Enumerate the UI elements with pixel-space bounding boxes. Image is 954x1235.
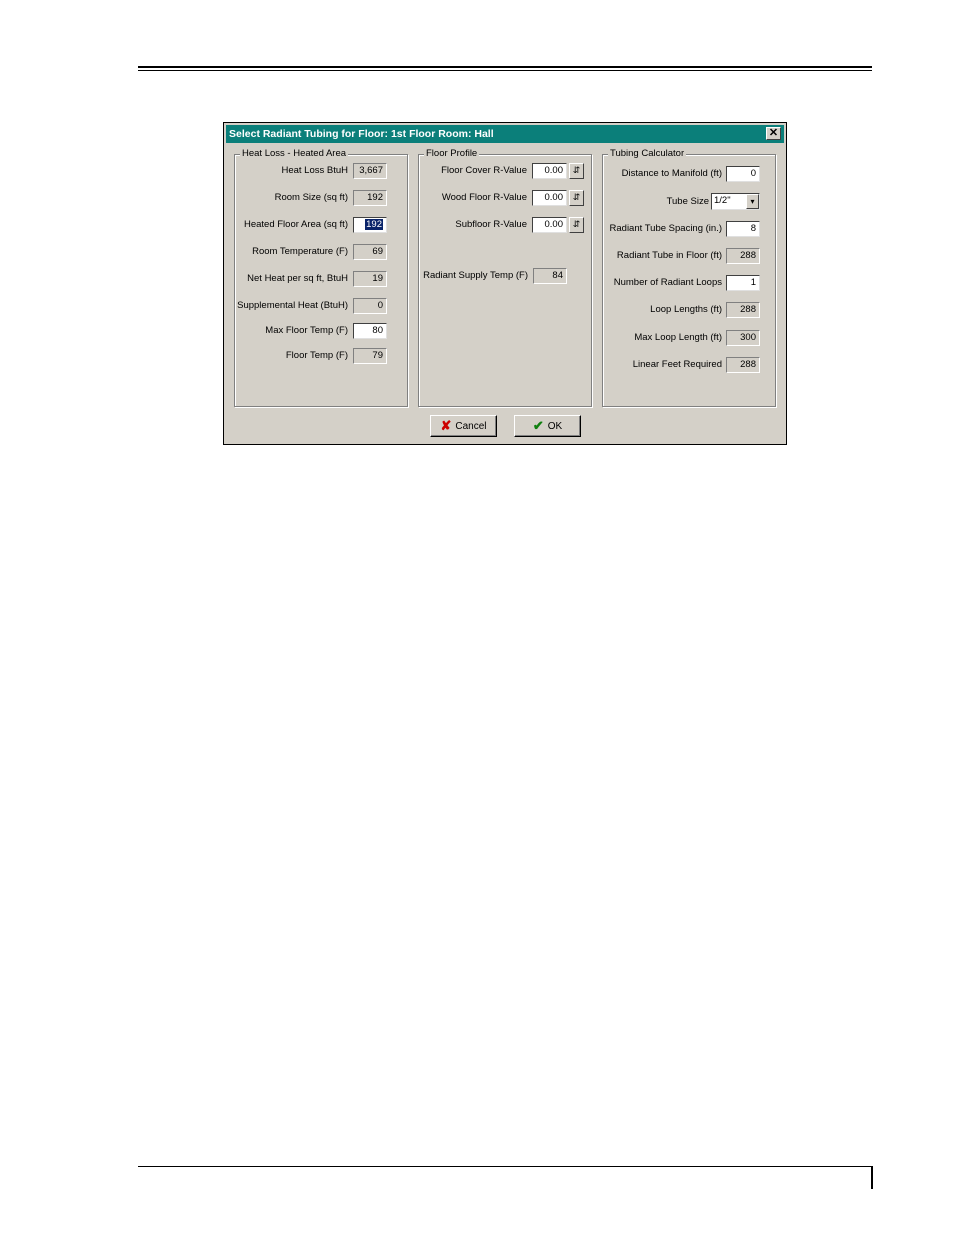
- room-size-label: Room Size (sq ft): [274, 192, 348, 203]
- spin-arrows-icon: ⇵: [572, 165, 581, 175]
- floor-cover-r-label: Floor Cover R-Value: [441, 165, 527, 176]
- ok-button[interactable]: ✔ OK: [514, 415, 581, 437]
- spin-arrows-icon: ⇵: [572, 192, 581, 202]
- net-heat-value: 19: [353, 271, 387, 287]
- header-rule-thin: [138, 70, 872, 71]
- close-button[interactable]: ✕: [766, 127, 781, 140]
- linear-feet-value: 288: [726, 357, 760, 373]
- floor-cover-r-input[interactable]: 0.00: [532, 163, 567, 179]
- tube-size-value: 1/2": [714, 195, 731, 206]
- net-heat-label: Net Heat per sq ft, BtuH: [247, 273, 348, 284]
- wood-floor-r-spinner[interactable]: ⇵: [569, 190, 584, 206]
- number-of-loops-label: Number of Radiant Loops: [613, 277, 722, 288]
- cancel-button[interactable]: ✘ Cancel: [430, 415, 497, 437]
- floor-profile-group-title: Floor Profile: [424, 148, 480, 159]
- supplemental-heat-value: 0: [353, 298, 387, 314]
- footer-rule-tick: [871, 1166, 873, 1189]
- heat-loss-label: Heat Loss BtuH: [281, 165, 348, 176]
- subfloor-r-spinner[interactable]: ⇵: [569, 217, 584, 233]
- room-size-value: 192: [353, 190, 387, 206]
- floor-cover-r-spinner[interactable]: ⇵: [569, 163, 584, 179]
- loop-lengths-value: 288: [726, 302, 760, 318]
- subfloor-r-input[interactable]: 0.00: [532, 217, 567, 233]
- distance-to-manifold-input[interactable]: 0: [726, 166, 760, 182]
- footer-rule: [138, 1166, 872, 1167]
- number-of-loops-input[interactable]: 1: [726, 275, 760, 291]
- distance-to-manifold-label: Distance to Manifold (ft): [621, 168, 722, 179]
- spin-arrows-icon: ⇵: [572, 219, 581, 229]
- tube-size-dropdown-button[interactable]: ▾: [746, 194, 759, 209]
- dialog-title: Select Radiant Tubing for Floor: 1st Flo…: [229, 128, 494, 140]
- radiant-supply-temp-label: Radiant Supply Temp (F): [423, 270, 528, 281]
- subfloor-r-label: Subfloor R-Value: [455, 219, 527, 230]
- linear-feet-label: Linear Feet Required: [632, 359, 722, 370]
- max-loop-length-value: 300: [726, 330, 760, 346]
- radiant-tube-spacing-input[interactable]: 8: [726, 221, 760, 237]
- supplemental-heat-label: Supplemental Heat (BtuH): [237, 300, 348, 311]
- heat-loss-group-title: Heat Loss - Heated Area: [240, 148, 349, 159]
- radiant-tubing-dialog: Select Radiant Tubing for Floor: 1st Flo…: [223, 122, 787, 445]
- wood-floor-r-label: Wood Floor R-Value: [441, 192, 527, 203]
- tube-size-select[interactable]: 1/2" ▾: [711, 193, 760, 210]
- max-loop-length-label: Max Loop Length (ft): [634, 332, 722, 343]
- tube-size-label: Tube Size: [666, 196, 709, 207]
- radiant-tube-in-floor-value: 288: [726, 248, 760, 264]
- cancel-x-icon: ✘: [440, 418, 452, 433]
- tubing-calculator-group-title: Tubing Calculator: [608, 148, 687, 159]
- heated-floor-area-value: 192: [365, 219, 383, 230]
- ok-check-icon: ✔: [532, 418, 544, 433]
- radiant-tube-spacing-label: Radiant Tube Spacing (in.): [609, 223, 722, 234]
- floor-temp-label: Floor Temp (F): [285, 350, 348, 361]
- cancel-button-label: Cancel: [455, 421, 487, 432]
- wood-floor-r-input[interactable]: 0.00: [532, 190, 567, 206]
- max-floor-temp-label: Max Floor Temp (F): [265, 325, 348, 336]
- room-temperature-value: 69: [353, 244, 387, 260]
- radiant-supply-temp-value: 84: [533, 268, 567, 284]
- header-rule: [138, 66, 872, 68]
- loop-lengths-label: Loop Lengths (ft): [650, 304, 722, 315]
- chevron-down-icon: ▾: [750, 197, 755, 206]
- heat-loss-value: 3,667: [353, 163, 387, 179]
- close-icon: ✕: [768, 127, 779, 139]
- radiant-tube-in-floor-label: Radiant Tube in Floor (ft): [616, 250, 722, 261]
- max-floor-temp-input[interactable]: 80: [353, 323, 387, 339]
- ok-button-label: OK: [547, 421, 563, 432]
- room-temperature-label: Room Temperature (F): [252, 246, 348, 257]
- heated-floor-area-input[interactable]: 192: [353, 217, 387, 233]
- floor-temp-value: 79: [353, 348, 387, 364]
- dialog-titlebar: Select Radiant Tubing for Floor: 1st Flo…: [226, 125, 784, 143]
- heated-floor-area-label: Heated Floor Area (sq ft): [243, 219, 348, 230]
